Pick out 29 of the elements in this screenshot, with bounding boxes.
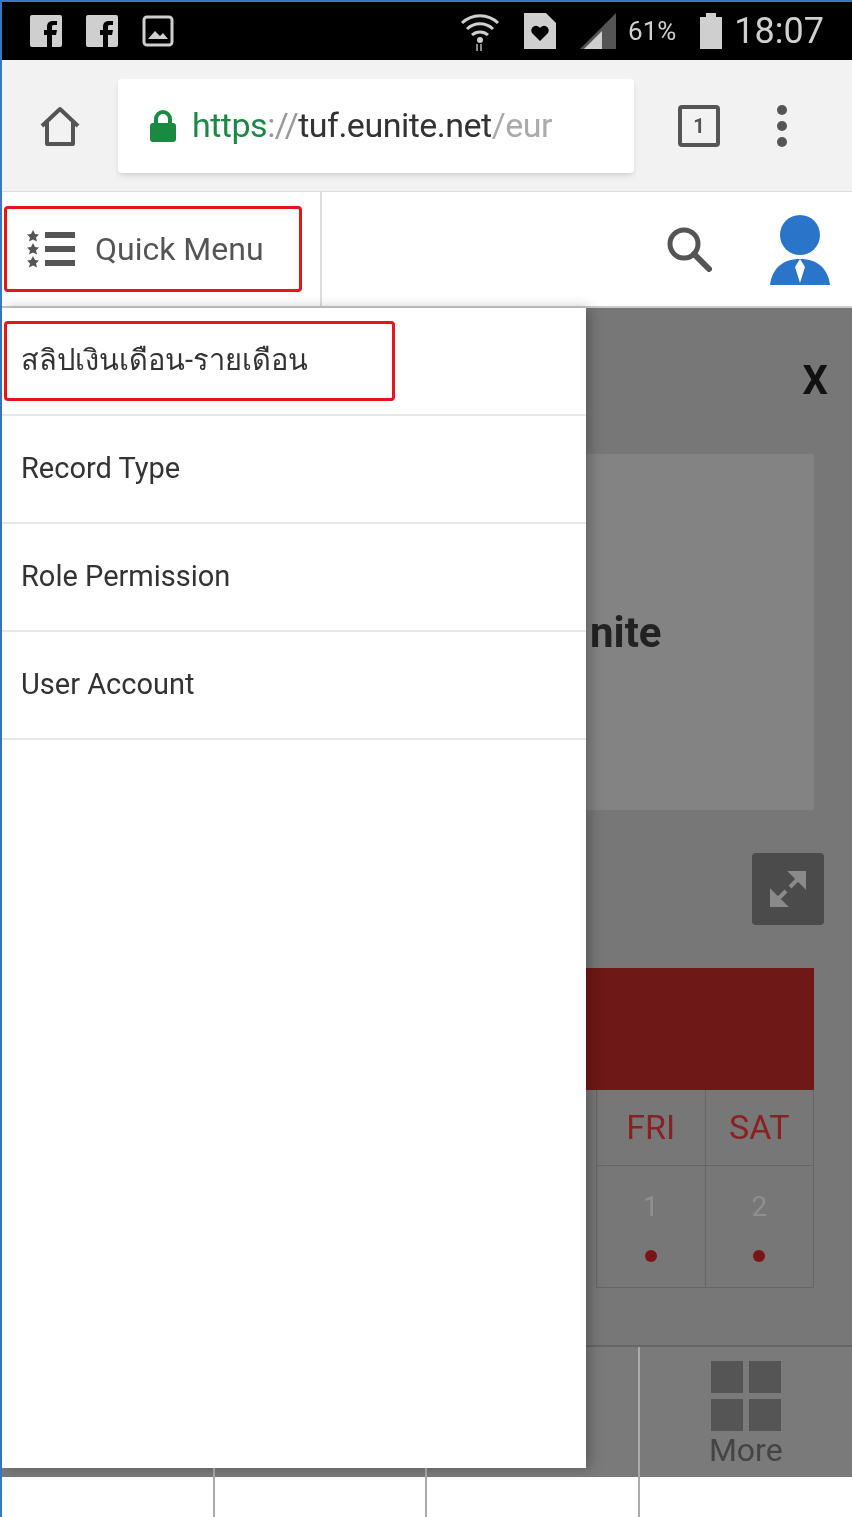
- close-button[interactable]: X: [802, 351, 828, 411]
- url-text: https://tuf.eunite.net/eur: [192, 104, 553, 147]
- facebook-icon: [86, 15, 118, 47]
- address-bar[interactable]: https://tuf.eunite.net/eur: [118, 78, 634, 173]
- more-options-icon[interactable]: [776, 103, 788, 148]
- facebook-icon: [30, 15, 62, 47]
- expand-button[interactable]: [752, 853, 824, 925]
- lock-icon: [150, 109, 176, 142]
- weekday-header: SAT: [729, 1106, 790, 1149]
- clock: 18:07: [734, 9, 824, 54]
- battery-icon: [700, 13, 723, 49]
- search-icon[interactable]: [666, 226, 712, 272]
- wifi-icon: [460, 11, 501, 51]
- menu-item[interactable]: สลิปเงินเดือน-รายเดือน: [4, 321, 395, 401]
- user-avatar-icon[interactable]: [768, 213, 832, 285]
- menu-item[interactable]: Record Type: [4, 429, 268, 509]
- weekday-header: FRI: [626, 1106, 676, 1149]
- sim-heart-icon: [524, 13, 557, 49]
- tab-count[interactable]: 1: [678, 104, 720, 147]
- signal-icon: [580, 13, 617, 49]
- grid-icon: [710, 1361, 781, 1431]
- battery-percent: 61%: [628, 14, 677, 48]
- menu-item[interactable]: Role Permission: [4, 537, 318, 617]
- menu-item[interactable]: User Account: [4, 645, 282, 725]
- starred-list-icon: [27, 230, 75, 268]
- expand-icon: [768, 869, 808, 909]
- card-title: nite: [590, 606, 662, 659]
- quick-menu-button[interactable]: Quick Menu: [4, 206, 302, 292]
- image-icon: [142, 15, 174, 47]
